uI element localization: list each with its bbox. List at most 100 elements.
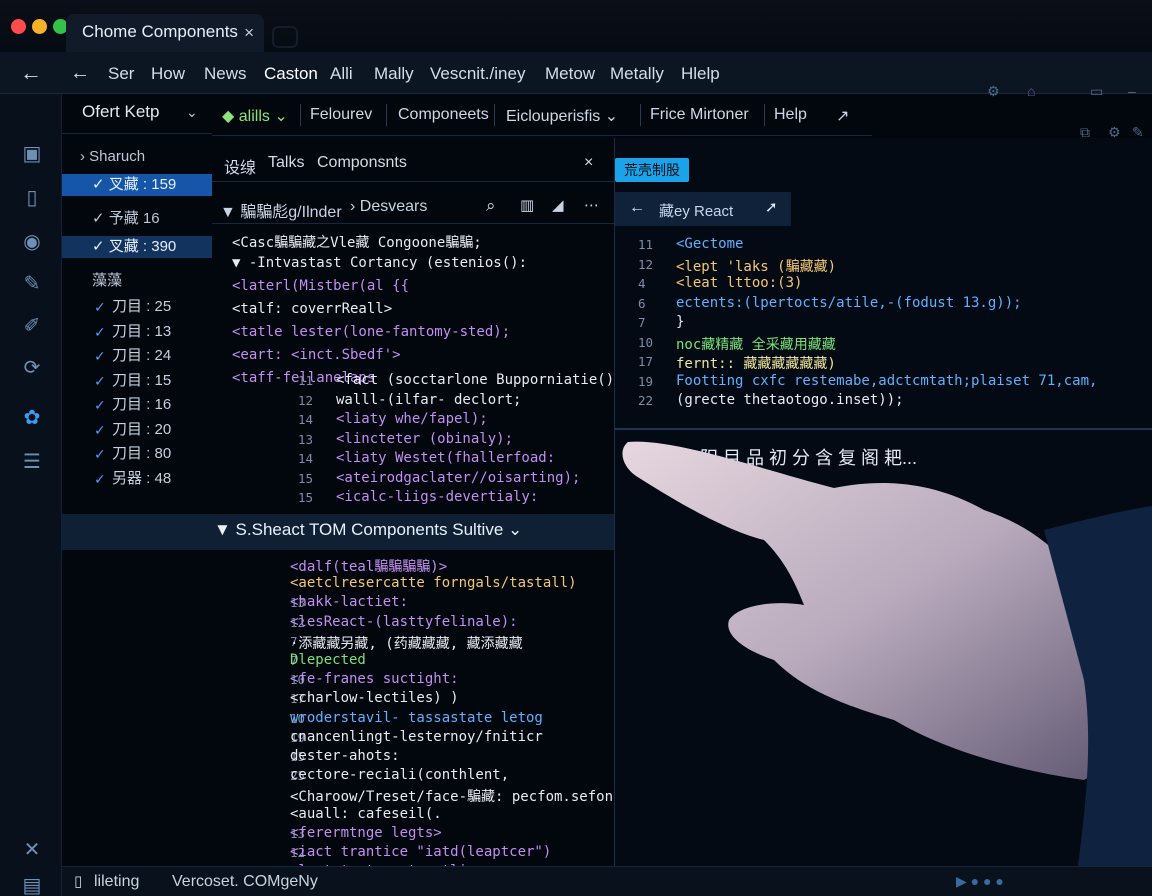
window-menu-icon[interactable]: ▭ — [1090, 83, 1106, 99]
code-line[interactable]: <tatle lester(lone-fantomy-sted); — [232, 324, 510, 340]
menu-item-news[interactable]: News — [204, 64, 247, 84]
toolbar-item-6[interactable]: ↗ — [836, 106, 849, 126]
code-line[interactable]: Footting cxfc restemabe,adctcmtath;plais… — [676, 373, 1097, 389]
code-line[interactable]: <ferermtnge legts> — [290, 825, 442, 841]
code-line[interactable]: ▼ -Intvastast Cortancy (estenios(): — [232, 255, 527, 271]
more-icon[interactable]: ⋯ — [584, 196, 599, 214]
edit-icon[interactable]: ✐ — [20, 314, 44, 338]
status-left[interactable]: lileting — [94, 873, 139, 891]
code-line[interactable]: cectore-reciali(conthlent, — [290, 767, 509, 783]
tab-talks[interactable]: Talks — [268, 154, 304, 172]
dashboard-icon[interactable]: ▣ — [20, 142, 44, 166]
close-icon[interactable]: × — [584, 154, 593, 172]
code-line[interactable]: fernt:: 藏藏藏藏藏藏) — [676, 353, 836, 373]
preview-tab[interactable]: ← 藏ey React ➚ — [615, 192, 791, 226]
globe-icon[interactable]: ◉ — [20, 230, 44, 254]
code-line[interactable]: <Gectome — [676, 236, 743, 252]
tab-components[interactable]: Componsnts — [317, 154, 407, 172]
preview-badge[interactable]: 荒壳制股 — [615, 158, 689, 182]
code-line[interactable]: dester-ahots: — [290, 748, 400, 764]
explorer-group-2[interactable]: ✓ 予藏 16 — [62, 208, 212, 230]
window-lock-icon[interactable]: ⌂ — [1027, 83, 1043, 99]
code-line[interactable]: ·添藏藏另藏, (药藏藏藏, 藏添藏藏 — [290, 633, 523, 653]
code-line[interactable]: <iact trantice "iatd(leaptcer") — [290, 844, 551, 860]
code-line[interactable]: <eart: <inct.Sbedf'> — [232, 347, 401, 363]
explorer-checked-item[interactable]: ✓ 刀目 : 25 — [62, 296, 212, 318]
breadcrumb-next[interactable]: › Desvears — [350, 198, 427, 216]
code-line[interactable]: <fe-franes suctight: — [290, 671, 459, 687]
toolbar-item-0[interactable]: ◆ alills ⌄ — [222, 106, 288, 126]
code-line[interactable]: <liaty Westet(fhallerfoad: — [336, 450, 555, 466]
new-tab-button[interactable] — [272, 26, 298, 48]
code-line[interactable]: <lesReact-(lasttyfelinale): — [290, 614, 518, 630]
code-line[interactable]: <dalf(teal騙騙騙騙)> — [290, 556, 447, 576]
code-line[interactable]: <laterl(Mistber(al {{ — [232, 278, 409, 294]
bookmark-icon[interactable]: ▥ — [520, 196, 534, 214]
menu-item-help[interactable]: Hlelp — [681, 64, 720, 84]
code-line[interactable]: cnancenlingt-lesternoy/fniticr — [290, 729, 543, 745]
window-settings-icon[interactable]: ⚙ — [987, 83, 1003, 99]
back-arrow-icon[interactable]: ← — [629, 199, 645, 217]
back-arrow-icon[interactable]: ← — [70, 62, 90, 85]
menu-item-how[interactable]: How — [151, 64, 185, 84]
explorer-checked-item[interactable]: ✓ 刀目 : 80 — [62, 443, 212, 465]
pen-icon[interactable]: ✎ — [20, 272, 44, 296]
tools-icon[interactable]: ✕ — [20, 838, 44, 862]
back-icon[interactable]: ← — [20, 60, 42, 86]
minimize-window-button[interactable] — [32, 19, 47, 34]
section-title[interactable]: ▼ S.Sheact TOM Components Sultive ⌄ — [214, 520, 522, 540]
code-line[interactable]: } — [676, 314, 684, 330]
code-line[interactable]: <lept 'laks (騙藏藏) — [676, 256, 836, 276]
extensions-icon[interactable]: ✿ — [20, 406, 44, 430]
code-line[interactable]: walll-(ilfar- declort; — [336, 392, 521, 408]
sync-icon[interactable]: ⟳ — [20, 356, 44, 380]
code-line[interactable]: <liaty whe/fapel); — [336, 411, 488, 427]
explorer-checked-item[interactable]: ✓ 刀目 : 24 — [62, 345, 212, 367]
code-line[interactable]: <Casc騙騙藏之Vle藏 Congoone騙騙; — [232, 232, 482, 252]
menu-item-metow[interactable]: Metow — [545, 64, 595, 84]
tab-close-icon[interactable]: × — [244, 23, 254, 43]
menu-item-mally[interactable]: Mally — [374, 64, 414, 84]
menu-item-metally[interactable]: Metally — [610, 64, 664, 84]
explorer-checked-item[interactable]: ✓ 刀目 : 15 — [62, 370, 212, 392]
code-line[interactable]: <auall: cafeseil(. — [290, 806, 442, 822]
toolbar-item-2[interactable]: Componeets — [398, 106, 489, 124]
active-tab[interactable]: Chome Components × — [66, 14, 264, 52]
chart-icon[interactable]: ◢ — [552, 196, 564, 214]
menu-item-caston[interactable]: Caston — [264, 64, 318, 84]
menu-item-ser[interactable]: Ser — [108, 64, 134, 84]
toolbar-item-5[interactable]: Help — [774, 106, 807, 124]
status-right[interactable]: Vercoset. COMgeNy — [172, 873, 318, 891]
toolbar-item-1[interactable]: Felourev — [310, 106, 372, 124]
code-line[interactable]: <talf: coverrReall> — [232, 301, 392, 317]
code-line[interactable]: <charlow-lectiles) ) — [290, 690, 459, 706]
code-line[interactable]: noc藏精藏 全采藏用藏藏 — [676, 334, 836, 354]
menu-item-alli[interactable]: Alli — [330, 64, 353, 84]
explorer-checked-item[interactable]: ✓ 刀目 : 16 — [62, 394, 212, 416]
code-line[interactable]: <aetclresercatte forngals/tastall) — [290, 575, 577, 591]
tab-design[interactable]: 设缐 — [224, 154, 256, 178]
toolbar-item-3[interactable]: Eiclouperisfis ⌄ — [506, 106, 618, 126]
code-line[interactable]: <fact (socctarlone Bupporniatie() =ol — [336, 372, 612, 388]
code-line[interactable]: (grecte thetaotogo.inset)); — [676, 392, 904, 408]
explorer-group-1[interactable]: ✓ 叉藏 : 159 — [62, 174, 212, 196]
code-line[interactable]: <icalc-liigs-devertialy: — [336, 489, 538, 505]
code-line[interactable]: <Charoow/Treset/face-騙藏: pecfom.sefonail… — [290, 786, 612, 806]
notes-icon[interactable]: ☰ — [20, 450, 44, 474]
code-line[interactable]: wroderstavil- tassastate letog — [290, 710, 543, 726]
explorer-checked-item[interactable]: ✓ 刀目 : 20 — [62, 419, 212, 441]
toolbar-item-4[interactable]: Frice Mirtoner — [650, 106, 749, 124]
explorer-checked-item[interactable]: ✓ 另器 : 48 — [62, 468, 212, 490]
database-icon[interactable]: ▤ — [20, 874, 44, 896]
code-line[interactable]: Dlepected — [290, 652, 366, 668]
menu-item-vescnit[interactable]: Vescnit./iney — [430, 64, 525, 84]
code-line[interactable]: <hakk-lactiet: — [290, 594, 408, 610]
close-window-button[interactable] — [11, 19, 26, 34]
explorer-checked-item[interactable]: ✓ 刀目 : 13 — [62, 321, 212, 343]
breadcrumb-path[interactable]: ▼ 騙騙彪g/Ilnder — [220, 198, 342, 222]
chevron-down-icon[interactable]: ⌄ — [186, 104, 198, 121]
window-minimize-icon[interactable]: – — [1128, 83, 1144, 99]
code-line[interactable]: <ateirodgaclater//oisarting); — [336, 470, 580, 486]
code-line[interactable]: ectents:(lpertocts/atile,-(fodust 13.g))… — [676, 295, 1022, 311]
status-play-icon[interactable]: ▶ ● ● ● — [956, 873, 1004, 890]
